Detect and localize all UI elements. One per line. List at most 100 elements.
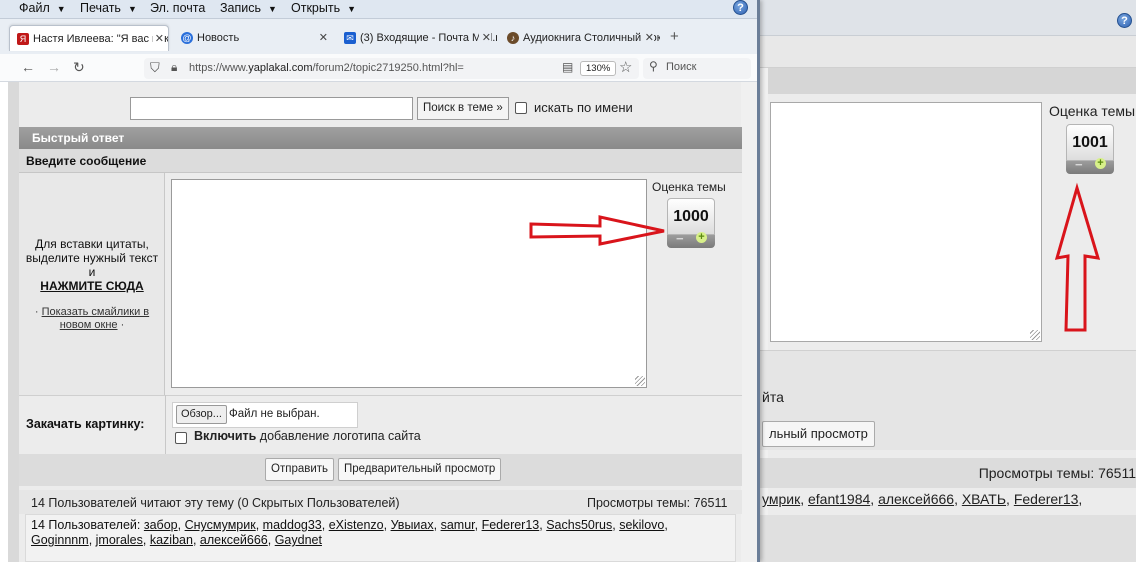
bullet: · <box>120 319 125 331</box>
bullet: · <box>34 306 39 318</box>
bg-rating-controls: − + <box>1066 157 1114 174</box>
user-link[interactable]: умрик <box>762 491 800 507</box>
user-link[interactable]: kaziban <box>150 533 193 547</box>
user-link[interactable]: алексей666 <box>200 533 268 547</box>
divider <box>165 395 166 454</box>
menu-email[interactable]: Эл. почта <box>150 1 205 15</box>
show-smileys-link[interactable]: Показать смайлики в новом окне <box>42 306 150 331</box>
add-logo-checkbox[interactable] <box>175 432 187 444</box>
resize-handle-icon[interactable] <box>635 376 645 386</box>
plus-icon[interactable]: + <box>696 232 707 243</box>
forward-arrow-icon[interactable]: → <box>47 59 61 75</box>
new-tab-icon[interactable]: + <box>670 28 679 45</box>
quick-reply-header: Быстрый ответ <box>19 127 742 149</box>
tab-mail[interactable]: ✉ (3) Входящие - Почта Mail.ru ✕ <box>337 25 497 51</box>
rating-label: Оценка темы <box>652 180 726 194</box>
bg-preview-button[interactable]: льный просмотр <box>762 421 875 447</box>
resize-handle-icon[interactable] <box>1030 330 1040 340</box>
topic-search-button[interactable]: Поиск в теме » <box>417 97 509 120</box>
user-link[interactable]: sekilovo <box>619 518 664 532</box>
tab-label: Настя Ивлеева: "Я вас покину! <box>33 33 168 45</box>
topic-rating-widget: 1000 − + <box>667 198 715 248</box>
preview-button[interactable]: Предварительный просмотр <box>338 458 502 481</box>
tab-yaplakal[interactable]: Я Настя Ивлеева: "Я вас покину! ✕ <box>9 25 169 51</box>
user-link[interactable]: Увыиах <box>391 518 434 532</box>
browse-button[interactable]: Обзор... <box>176 405 227 424</box>
screen: ? Оценка темы 1001 − + йта льный просмот… <box>0 0 1136 562</box>
page-scrollbar[interactable] <box>741 82 757 562</box>
bookmark-star-icon[interactable]: ☆ <box>619 58 632 76</box>
search-icon: ⚲ <box>649 59 658 73</box>
user-link[interactable]: алексей666 <box>878 491 954 507</box>
close-tab-icon[interactable]: ✕ <box>641 25 654 51</box>
bg-users-list: умрик, efant1984, алексей666, ХВАТЬ, Fed… <box>762 491 1083 507</box>
minus-icon[interactable]: − <box>676 231 684 246</box>
tab-bar: Я Настя Ивлеева: "Я вас покину! ✕ @ Новост… <box>0 18 757 54</box>
user-link[interactable]: Federer13 <box>1014 491 1079 507</box>
tab-label: Аудиокнига Столичный доктор <box>523 32 660 44</box>
help-icon[interactable]: ? <box>733 0 748 15</box>
quote-insert-link[interactable]: НАЖМИТЕ СЮДА <box>24 279 160 293</box>
menu-bar: Файл ▼ Печать ▼ Эл. почта Запись ▼ Открыть ▼… <box>0 0 757 18</box>
url-text: https://www.yaplakal.com/forum2/topic271… <box>189 62 464 74</box>
user-link[interactable]: maddog33 <box>263 518 322 532</box>
readers-summary: 14 Пользователей читают эту тему (0 Скры… <box>31 496 400 510</box>
shield-icon[interactable]: ⛉ <box>150 60 160 76</box>
bg-toolbar <box>760 36 1136 68</box>
tab-label: Новость <box>197 32 240 44</box>
smileys-link-wrap: · Показать смайлики в новом окне · <box>24 306 160 332</box>
quote-hint-text: Для вставки цитаты, выделите нужный текс… <box>25 237 159 279</box>
user-link[interactable]: jmorales <box>96 533 143 547</box>
topic-search-input[interactable] <box>130 97 413 120</box>
bg-views-count: Просмотры темы: 76511 <box>978 465 1136 481</box>
search-by-name-label: искать по имени <box>534 100 633 115</box>
user-link[interactable]: Снусмумрик <box>185 518 256 532</box>
tab-audiobook[interactable]: ♪ Аудиокнига Столичный доктор ✕ <box>500 25 660 51</box>
reader-view-icon[interactable]: ▤ <box>562 60 573 74</box>
user-link[interactable]: Sachs50rus <box>546 518 612 532</box>
minus-icon[interactable]: − <box>1075 157 1083 172</box>
menu-record[interactable]: Запись ▼ <box>220 1 277 15</box>
user-link[interactable]: eXistenzo <box>329 518 384 532</box>
bg-rating-widget: 1001 − + <box>1066 124 1114 174</box>
message-textarea[interactable] <box>171 179 647 388</box>
zoom-level[interactable]: 130% <box>580 61 617 76</box>
yaplakal-favicon-icon: Я <box>17 33 29 46</box>
lock-icon[interactable]: 🔒︎ <box>171 60 177 75</box>
user-link[interactable]: Federer13 <box>482 518 540 532</box>
message-header: Введите сообщение <box>19 149 742 173</box>
add-logo-label: Включить добавление логотипа сайта <box>194 429 421 443</box>
close-tab-icon[interactable]: ✕ <box>478 25 491 51</box>
bg-text-fragment: йта <box>762 389 784 405</box>
help-icon[interactable]: ? <box>1117 13 1132 28</box>
mail-icon: ✉ <box>344 32 356 45</box>
user-link[interactable]: Gaydnet <box>275 533 322 547</box>
reload-icon[interactable]: ↻ <box>73 59 85 76</box>
bg-bottom-band <box>760 515 1136 562</box>
upload-label: Закачать картинку: <box>26 417 145 431</box>
close-tab-icon[interactable]: ✕ <box>152 26 164 51</box>
readers-list: 14 Пользователей: забор, Снусмумрик, mad… <box>31 518 668 547</box>
tab-label: (3) Входящие - Почта Mail.ru <box>360 32 497 44</box>
menu-open[interactable]: Открыть ▼ <box>291 1 356 15</box>
bg-message-textarea[interactable] <box>770 102 1042 342</box>
tab-news[interactable]: @ Новость ✕ <box>174 25 334 51</box>
views-count: Просмотры темы: 76511 <box>587 496 728 510</box>
user-link[interactable]: Goginnnm <box>31 533 89 547</box>
bg-title-bar: ? <box>760 0 1136 36</box>
close-tab-icon[interactable]: ✕ <box>319 25 328 51</box>
menu-print[interactable]: Печать ▼ <box>80 1 137 15</box>
browser-search-input[interactable] <box>643 58 751 79</box>
search-by-name-checkbox[interactable] <box>515 102 527 114</box>
back-arrow-icon[interactable]: ← <box>21 59 35 75</box>
user-link[interactable]: samur <box>441 518 475 532</box>
user-link[interactable]: забор <box>144 518 178 532</box>
user-link[interactable]: ХВАТЬ <box>962 491 1006 507</box>
user-link[interactable]: efant1984 <box>808 491 870 507</box>
file-status: Файл не выбран. <box>229 408 320 420</box>
plus-icon[interactable]: + <box>1095 158 1106 169</box>
menu-file[interactable]: Файл ▼ <box>19 1 66 15</box>
send-button[interactable]: Отправить <box>265 458 335 481</box>
readers-prefix: 14 Пользователей: <box>31 518 141 532</box>
headphones-icon: ♪ <box>507 32 519 45</box>
